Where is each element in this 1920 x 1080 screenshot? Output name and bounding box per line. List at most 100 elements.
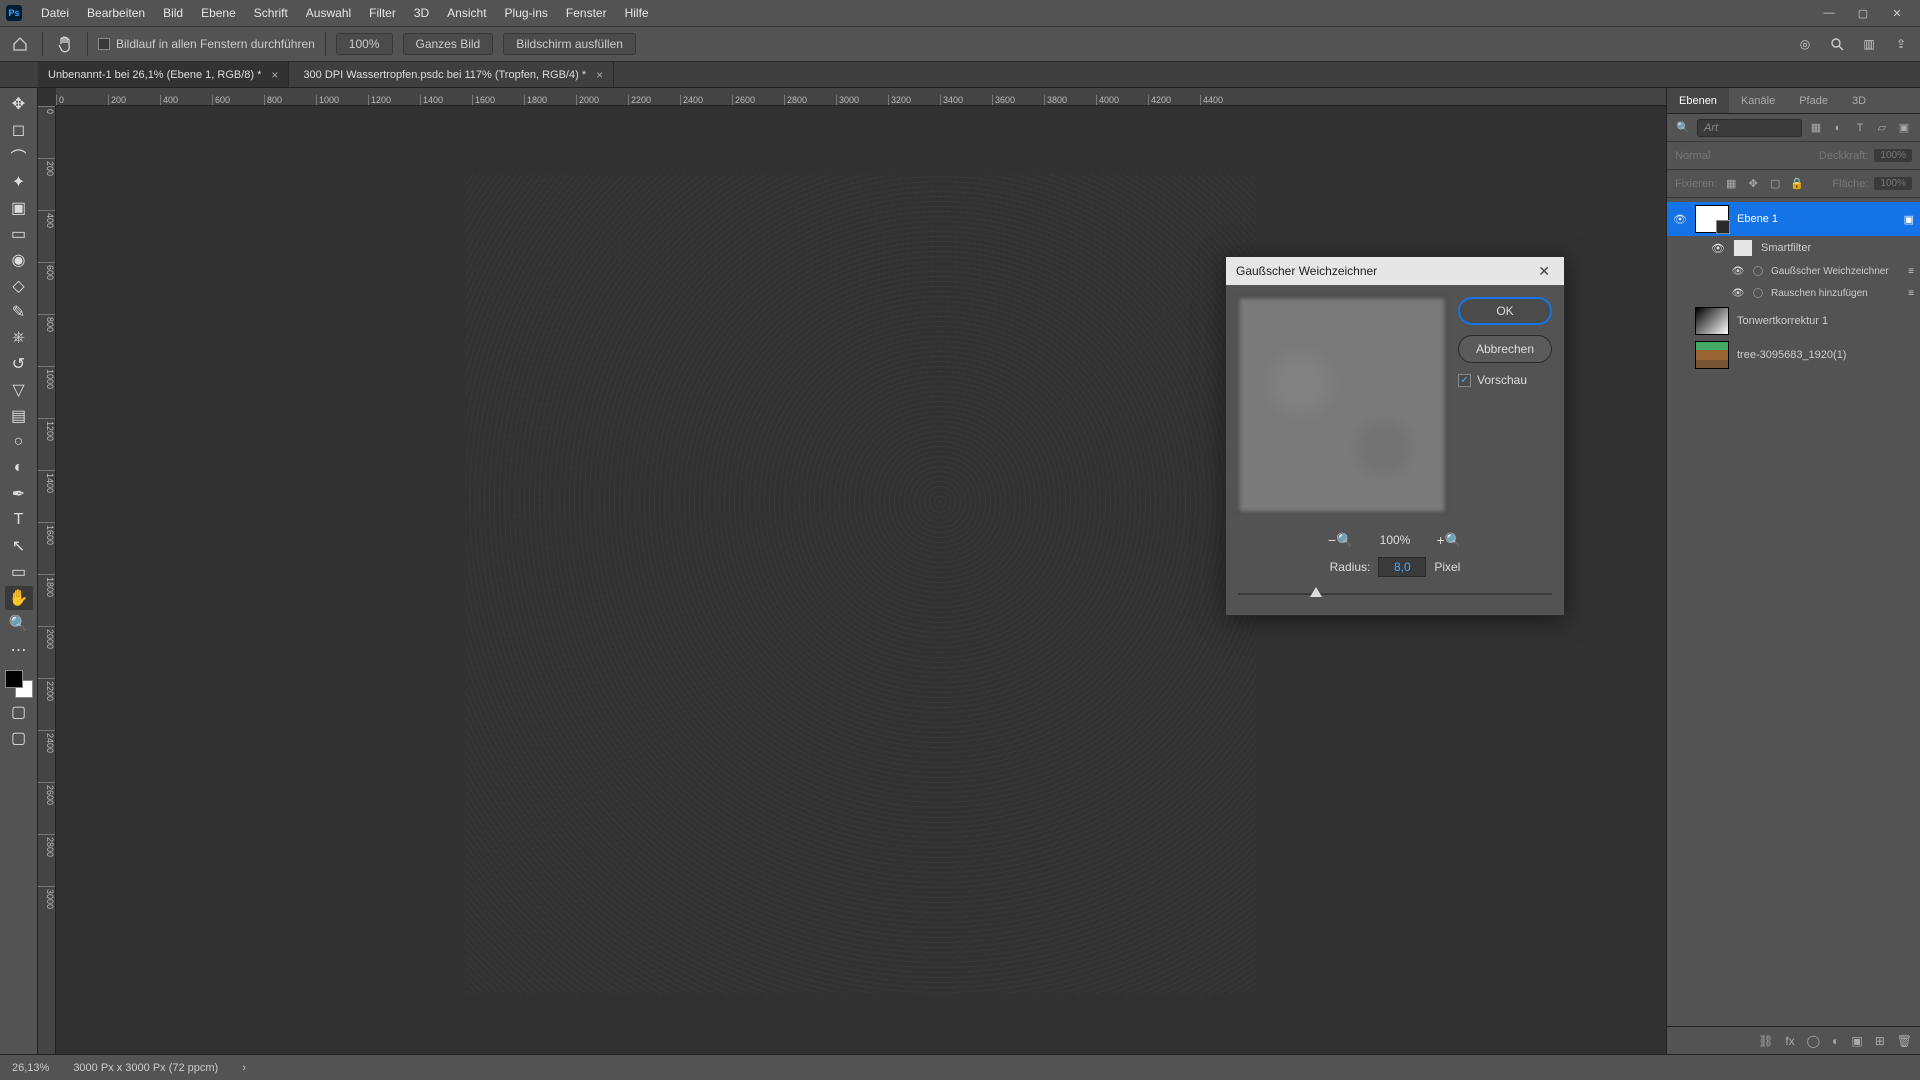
quickmask-icon[interactable]: ▢ [5, 700, 33, 724]
search-icon[interactable] [1826, 33, 1848, 55]
menu-schrift[interactable]: Schrift [245, 6, 297, 20]
fill-value[interactable]: 100% [1874, 177, 1912, 190]
zoom-in-icon[interactable]: +🔍 [1440, 531, 1458, 549]
dialog-preview[interactable] [1238, 297, 1446, 513]
adjustment-layer-icon[interactable]: ◐ [1832, 1034, 1839, 1048]
zoom-tool[interactable]: 🔍 [5, 612, 33, 636]
fit-screen-button[interactable]: Ganzes Bild [403, 33, 494, 55]
menu-3d[interactable]: 3D [405, 6, 438, 20]
layer-filter-input[interactable]: Art [1697, 119, 1802, 137]
close-tab-icon[interactable]: × [596, 68, 603, 82]
blend-mode-select[interactable]: Normal [1675, 150, 1710, 162]
zoom-out-icon[interactable]: −🔍 [1332, 531, 1350, 549]
lock-pixels-icon[interactable]: ▦ [1723, 176, 1739, 192]
type-tool[interactable]: T [5, 508, 33, 532]
filter-options-icon[interactable]: ≡ [1908, 266, 1914, 277]
layer-row[interactable]: tree-3095683_1920(1) [1667, 338, 1920, 372]
lasso-tool[interactable]: ⌒ [5, 144, 33, 168]
close-button[interactable]: ✕ [1880, 0, 1914, 26]
ok-button[interactable]: OK [1458, 297, 1552, 325]
blur-tool[interactable]: ○ [5, 430, 33, 454]
marquee-tool[interactable]: ◻ [5, 118, 33, 142]
document-tab[interactable]: Unbenannt-1 bei 26,1% (Ebene 1, RGB/8) *… [38, 62, 289, 87]
layer-row[interactable]: Tonwertkorrektur 1 [1667, 304, 1920, 338]
visibility-icon[interactable]: 👁 [1673, 213, 1687, 226]
menu-ebene[interactable]: Ebene [192, 6, 245, 20]
wand-tool[interactable]: ✦ [5, 170, 33, 194]
menu-auswahl[interactable]: Auswahl [297, 6, 360, 20]
frame-tool[interactable]: ▭ [5, 222, 33, 246]
opacity-value[interactable]: 100% [1874, 149, 1912, 162]
smartfilter-mask-thumb[interactable] [1733, 239, 1753, 257]
document-canvas[interactable] [466, 174, 1256, 994]
filter-pixel-icon[interactable]: ▦ [1808, 120, 1824, 136]
radius-input[interactable] [1378, 557, 1426, 577]
close-tab-icon[interactable]: × [271, 68, 278, 82]
scroll-all-checkbox[interactable]: Bildlauf in allen Fenstern durchführen [98, 37, 315, 51]
hand-tool-icon[interactable] [53, 32, 77, 56]
filter-toggle-icon[interactable] [1753, 288, 1763, 298]
new-layer-icon[interactable]: ⊞ [1875, 1034, 1885, 1048]
menu-ansicht[interactable]: Ansicht [438, 6, 495, 20]
layer-style-icon[interactable]: fx [1785, 1034, 1794, 1048]
menu-bearbeiten[interactable]: Bearbeiten [78, 6, 154, 20]
filter-toggle-icon[interactable] [1753, 266, 1763, 276]
shape-tool[interactable]: ▭ [5, 560, 33, 584]
menu-filter[interactable]: Filter [360, 6, 405, 20]
hand-tool[interactable]: ✋ [5, 586, 33, 610]
eraser-tool[interactable]: ▽ [5, 378, 33, 402]
visibility-icon[interactable]: 👁 [1711, 242, 1725, 255]
heal-tool[interactable]: ◇ [5, 274, 33, 298]
minimize-button[interactable]: — [1812, 0, 1846, 26]
layer-row[interactable]: 👁Rauschen hinzufügen≡ [1667, 282, 1920, 304]
filter-shape-icon[interactable]: ▱ [1874, 120, 1890, 136]
filter-type-icon[interactable]: T [1852, 120, 1868, 136]
menu-datei[interactable]: Datei [32, 6, 78, 20]
menu-fenster[interactable]: Fenster [557, 6, 616, 20]
share-icon[interactable]: ⇪ [1890, 33, 1912, 55]
restore-button[interactable]: ▢ [1846, 0, 1880, 26]
menu-hilfe[interactable]: Hilfe [616, 6, 658, 20]
cloud-docs-icon[interactable]: ◎ [1794, 33, 1816, 55]
layer-mask-icon[interactable]: ◯ [1807, 1034, 1820, 1048]
layer-thumbnail[interactable] [1695, 341, 1729, 369]
layer-thumbnail[interactable] [1695, 307, 1729, 335]
filter-smart-icon[interactable]: ▣ [1896, 120, 1912, 136]
menu-plug-ins[interactable]: Plug-ins [496, 6, 557, 20]
eyedropper-tool[interactable]: ◉ [5, 248, 33, 272]
path-tool[interactable]: ↖ [5, 534, 33, 558]
visibility-icon[interactable]: 👁 [1731, 266, 1745, 277]
panel-tab-pfade[interactable]: Pfade [1787, 88, 1840, 113]
stamp-tool[interactable]: ⎈ [5, 326, 33, 350]
dodge-tool[interactable]: ◐ [5, 456, 33, 480]
layer-row[interactable]: 👁Gaußscher Weichzeichner≡ [1667, 260, 1920, 282]
workspace-icon[interactable]: ▥ [1858, 33, 1880, 55]
radius-slider[interactable] [1238, 583, 1552, 605]
filter-options-icon[interactable]: ≡ [1908, 288, 1914, 299]
crop-tool[interactable]: ▣ [5, 196, 33, 220]
filter-adjust-icon[interactable]: ◐ [1830, 120, 1846, 136]
delete-layer-icon[interactable]: 🗑 [1897, 1034, 1912, 1048]
panel-tab-kanäle[interactable]: Kanäle [1729, 88, 1787, 113]
cancel-button[interactable]: Abbrechen [1458, 335, 1552, 363]
document-tab[interactable]: 300 DPI Wassertropfen.psdc bei 117% (Tro… [293, 62, 614, 87]
color-swatches[interactable] [5, 670, 33, 698]
layer-row[interactable]: 👁Ebene 1▣ [1667, 202, 1920, 236]
lock-artboard-icon[interactable]: ▢ [1767, 176, 1783, 192]
lock-all-icon[interactable]: 🔒 [1789, 176, 1805, 192]
link-layers-icon[interactable]: ⛓ [1758, 1034, 1773, 1048]
gradient-tool[interactable]: ▤ [5, 404, 33, 428]
history-brush-tool[interactable]: ↺ [5, 352, 33, 376]
zoom-100-button[interactable]: 100% [336, 33, 393, 55]
brush-tool[interactable]: ✎ [5, 300, 33, 324]
dialog-close-button[interactable]: ✕ [1534, 263, 1554, 280]
panel-tab-ebenen[interactable]: Ebenen [1667, 88, 1729, 113]
layer-row[interactable]: 👁Smartfilter [1667, 236, 1920, 260]
fill-screen-button[interactable]: Bildschirm ausfüllen [503, 33, 636, 55]
home-icon[interactable] [8, 32, 32, 56]
edit-toolbar[interactable]: ⋯ [5, 638, 33, 662]
panel-tab-3d[interactable]: 3D [1840, 88, 1878, 113]
pen-tool[interactable]: ✒ [5, 482, 33, 506]
move-tool[interactable]: ✥ [5, 92, 33, 116]
dialog-titlebar[interactable]: Gaußscher Weichzeichner ✕ [1226, 257, 1564, 285]
